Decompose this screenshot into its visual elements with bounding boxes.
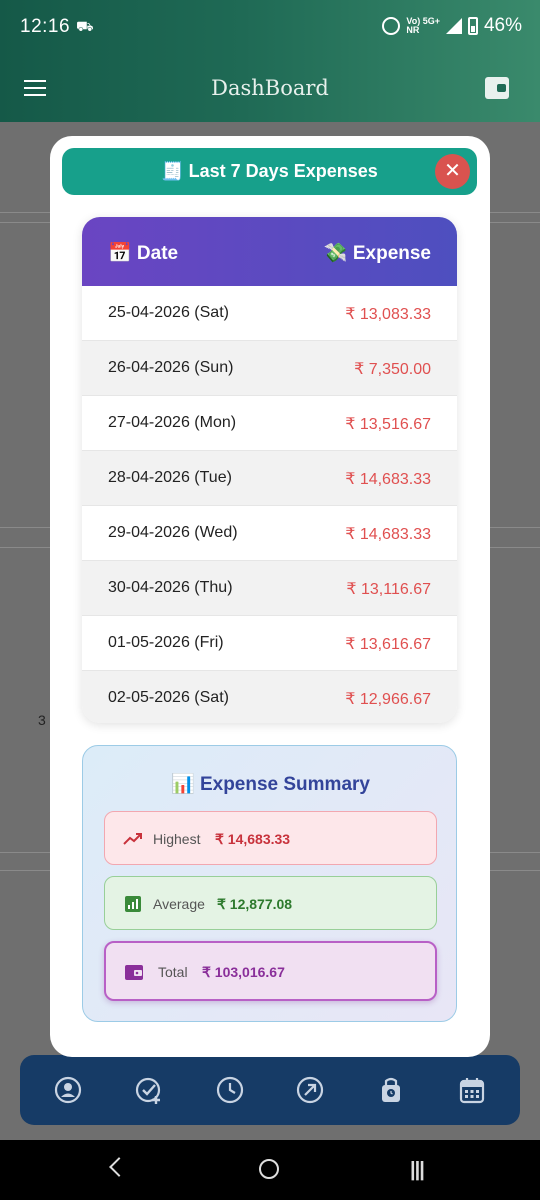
signal-icon: [445, 18, 462, 34]
expenses-dialog: 🧾 Last 7 Days Expenses ✕ 📅 Date 💸 Expens…: [50, 136, 490, 1057]
table-row: 28-04-2026 (Tue) ₹ 14,683.33: [82, 451, 457, 506]
row-expense: ₹ 13,116.67: [346, 581, 431, 598]
highest-label: Highest: [153, 831, 201, 847]
row-expense: ₹ 7,350.00: [354, 361, 431, 378]
top-bar: 12:16 ⛟ Vo) 5G+ NR 46% DashBoard: [0, 0, 540, 122]
average-value: ₹ 12,877.08: [217, 896, 293, 912]
network-label: Vo) 5G+ NR: [406, 17, 440, 35]
table-row: 01-05-2026 (Fri) ₹ 13,616.67: [82, 616, 457, 671]
row-date: 26-04-2026 (Sun): [108, 359, 234, 376]
expense-summary-card: 📊 Expense Summary Highest ₹ 14,683.33 Av…: [82, 745, 457, 1022]
lock-bag-icon[interactable]: [376, 1075, 406, 1105]
bottom-nav: [20, 1055, 520, 1125]
network-bottom: NR: [406, 25, 420, 35]
calendar-icon[interactable]: [457, 1075, 487, 1105]
trending-up-icon: [123, 829, 143, 849]
add-check-icon[interactable]: [134, 1075, 164, 1105]
bar-chart-icon: [123, 894, 143, 914]
expense-column-header: 💸 Expense: [323, 243, 431, 264]
row-expense: ₹ 12,966.67: [345, 691, 431, 708]
row-date: 25-04-2026 (Sat): [108, 304, 229, 321]
system-nav-bar: |||: [0, 1140, 540, 1200]
recents-icon[interactable]: |||: [410, 1159, 425, 1182]
date-column-header: 📅 Date: [108, 243, 179, 264]
alarm-icon: [382, 17, 401, 35]
row-expense: ₹ 13,083.33: [345, 306, 431, 323]
dialog-header: 🧾 Last 7 Days Expenses ✕: [62, 148, 477, 195]
car-icon: ⛟: [76, 18, 94, 34]
status-time: 12:16: [20, 16, 71, 37]
row-expense: ₹ 14,683.33: [345, 471, 431, 488]
row-date: 29-04-2026 (Wed): [108, 524, 238, 541]
background-text: 3: [38, 712, 46, 728]
table-row: 02-05-2026 (Sat) ₹ 12,966.67: [82, 671, 457, 723]
back-icon[interactable]: [109, 1157, 129, 1177]
row-date: 27-04-2026 (Mon): [108, 414, 237, 431]
total-value: ₹ 103,016.67: [202, 964, 285, 980]
home-icon[interactable]: [259, 1159, 279, 1179]
table-row: 30-04-2026 (Thu) ₹ 13,116.67: [82, 561, 457, 616]
history-clock-icon[interactable]: [215, 1075, 245, 1105]
status-right: Vo) 5G+ NR 46%: [382, 15, 522, 37]
battery-icon: [467, 17, 478, 35]
trend-arrow-icon[interactable]: [295, 1075, 325, 1105]
wallet-icon[interactable]: [485, 77, 509, 99]
total-label: Total: [158, 964, 188, 980]
app-bar: DashBoard: [0, 56, 540, 122]
row-date: 30-04-2026 (Thu): [108, 579, 233, 596]
summary-title: 📊 Expense Summary: [171, 774, 370, 795]
row-date: 01-05-2026 (Fri): [108, 634, 224, 651]
table-row: 26-04-2026 (Sun) ₹ 7,350.00: [82, 341, 457, 396]
expenses-table: 📅 Date 💸 Expense 25-04-2026 (Sat) ₹ 13,0…: [82, 217, 457, 723]
close-button[interactable]: ✕: [435, 154, 470, 189]
row-date: 28-04-2026 (Tue): [108, 469, 232, 486]
row-expense: ₹ 14,683.33: [345, 526, 431, 543]
status-bar: 12:16 ⛟ Vo) 5G+ NR 46%: [0, 0, 540, 56]
table-row: 27-04-2026 (Mon) ₹ 13,516.67: [82, 396, 457, 451]
row-expense: ₹ 13,616.67: [345, 636, 431, 653]
battery-level: 46%: [483, 15, 522, 36]
page-title: DashBoard: [211, 76, 329, 100]
row-date: 02-05-2026 (Sat): [108, 689, 229, 706]
dialog-title: 🧾 Last 7 Days Expenses: [161, 161, 378, 181]
average-label: Average: [153, 896, 205, 912]
highest-pill: Highest ₹ 14,683.33: [104, 811, 437, 865]
wallet-icon: [124, 962, 144, 982]
row-expense: ₹ 13,516.67: [345, 416, 431, 433]
table-row: 29-04-2026 (Wed) ₹ 14,683.33: [82, 506, 457, 561]
table-row: 25-04-2026 (Sat) ₹ 13,083.33: [82, 286, 457, 341]
profile-icon[interactable]: [53, 1075, 83, 1105]
total-pill: Total ₹ 103,016.67: [104, 941, 437, 1001]
table-header: 📅 Date 💸 Expense: [82, 217, 457, 286]
average-pill: Average ₹ 12,877.08: [104, 876, 437, 930]
highest-value: ₹ 14,683.33: [215, 831, 291, 847]
